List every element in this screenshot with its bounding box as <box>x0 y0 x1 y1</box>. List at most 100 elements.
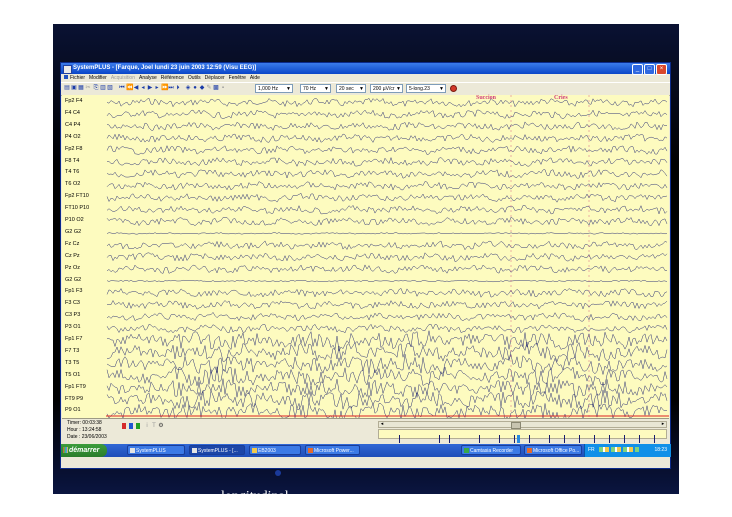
channel-label[interactable]: F3 C3 <box>65 300 80 307</box>
recording-timeline[interactable] <box>378 429 667 443</box>
cut-icon[interactable]: ✂ <box>85 85 91 92</box>
menu-outils[interactable]: Outils <box>188 75 201 81</box>
text-icon[interactable]: T <box>151 423 157 430</box>
language-indicator[interactable]: FR <box>588 447 595 453</box>
sampling-rate-select[interactable]: 1,000 Hz ▼ <box>255 84 293 93</box>
menu-analyse[interactable]: Analyse <box>139 75 157 81</box>
channel-label[interactable]: F7 T3 <box>65 348 79 355</box>
channel-label[interactable]: Fz Cz <box>65 241 79 248</box>
timeline-event-mark[interactable] <box>579 435 580 443</box>
channel-label[interactable]: P4 O2 <box>65 134 81 141</box>
task-systemplus-visu[interactable]: SystemPLUS - [... <box>189 445 245 455</box>
stop-icon[interactable] <box>450 85 457 92</box>
menu-reference[interactable]: Référence <box>161 75 184 81</box>
channel-label[interactable]: Fp1 F7 <box>65 336 82 343</box>
channel-label[interactable]: T6 O2 <box>65 181 80 188</box>
timeline-event-mark[interactable] <box>624 435 625 443</box>
task-powerpoint[interactable]: Microsoft Power... <box>305 445 360 455</box>
filter-icon[interactable]: ▪ <box>220 85 226 92</box>
speaker-icon[interactable]: ◈ <box>185 85 191 92</box>
blue-flag-icon[interactable] <box>129 423 133 429</box>
channel-label[interactable]: FT10 P10 <box>65 205 89 212</box>
channel-label[interactable]: Pz Oz <box>65 265 80 272</box>
timeline-position-cursor[interactable] <box>517 435 520 443</box>
sensitivity-select[interactable]: 200 µV/cr ▼ <box>370 84 403 93</box>
fast-back-icon[interactable]: ⏪ <box>126 85 133 92</box>
montage-select[interactable]: 5-long.23 ▼ <box>406 84 446 93</box>
task-office[interactable]: Microsoft Office Po... <box>524 445 582 455</box>
timeline-event-mark[interactable] <box>499 435 500 443</box>
save-icon[interactable]: ▣ <box>71 85 77 92</box>
channel-label[interactable]: FT9 P9 <box>65 396 83 403</box>
timeline-event-mark[interactable] <box>439 435 440 443</box>
scroll-thumb[interactable] <box>511 422 521 429</box>
timeline-event-mark[interactable] <box>399 435 400 443</box>
task-systemplus[interactable]: SystemPLUS <box>127 445 185 455</box>
paste-icon[interactable]: ▥ <box>100 85 106 92</box>
first-page-icon[interactable]: ⏮ <box>119 85 125 92</box>
montage-icon[interactable]: ▧ <box>107 85 113 92</box>
start-button[interactable]: démarrer <box>61 444 107 457</box>
channel-label[interactable]: Cz Pz <box>65 253 80 260</box>
channel-label[interactable]: G2 G2 <box>65 229 81 236</box>
channel-label[interactable]: P9 O1 <box>65 407 81 414</box>
channel-label[interactable]: T5 O1 <box>65 372 80 379</box>
channel-label[interactable]: T3 T5 <box>65 360 79 367</box>
timeline-event-mark[interactable] <box>549 435 550 443</box>
channel-label[interactable]: Fp2 F4 <box>65 98 82 105</box>
marker-icon[interactable]: ◆ <box>199 85 205 92</box>
camera-icon[interactable]: ● <box>192 85 198 92</box>
tools-icon[interactable]: ⚙ <box>158 423 164 430</box>
green-flag-icon[interactable] <box>136 423 140 429</box>
scroll-left-arrow[interactable]: ◂ <box>379 422 385 427</box>
timeline-event-mark[interactable] <box>449 435 450 443</box>
task-camtasia[interactable]: Camtasia Recorder <box>461 445 521 455</box>
eeg-traces[interactable] <box>106 95 669 418</box>
eeg-display[interactable]: Fp2 F4 F4 C4 C4 P4 P4 O2 Fp2 F8 F8 T4 T4 T6 T6 … <box>62 95 669 425</box>
timebase-select[interactable]: 20 sec ▼ <box>336 84 366 93</box>
play-icon[interactable]: ▶ <box>147 85 153 92</box>
menu-fenetre[interactable]: Fenêtre <box>229 75 246 81</box>
event-succion[interactable]: Succion <box>476 95 496 101</box>
channel-label[interactable]: Fp2 F8 <box>65 146 82 153</box>
timeline-event-mark[interactable] <box>529 435 530 443</box>
open-icon[interactable]: ▤ <box>64 85 70 92</box>
channel-label[interactable]: Fp1 FT9 <box>65 384 86 391</box>
menu-acquisition[interactable]: Acquisition <box>111 75 135 81</box>
channel-label[interactable]: G2 G2 <box>65 277 81 284</box>
print-icon[interactable]: ▦ <box>78 85 84 92</box>
step-back-icon[interactable]: ◂ <box>140 85 146 92</box>
menu-fichier[interactable]: Fichier <box>70 75 85 81</box>
timeline-event-mark[interactable] <box>594 435 595 443</box>
next-event-icon[interactable]: ⏵ <box>175 85 181 92</box>
channel-label[interactable]: F8 T4 <box>65 158 79 165</box>
pen-icon[interactable]: ✎ <box>206 85 212 92</box>
channel-label[interactable]: P3 O1 <box>65 324 81 331</box>
back-icon[interactable]: ◀ <box>133 85 139 92</box>
channel-label[interactable]: Fp2 FT10 <box>65 193 89 200</box>
timeline-event-mark[interactable] <box>564 435 565 443</box>
timeline-event-mark[interactable] <box>654 435 655 443</box>
high-filter-select[interactable]: 70 Hz ▼ <box>300 84 331 93</box>
scroll-right-arrow[interactable]: ▸ <box>660 422 666 427</box>
red-flag-icon[interactable] <box>122 423 126 429</box>
menu-aide[interactable]: Aide <box>250 75 260 81</box>
menu-modifier[interactable]: Modifier <box>89 75 107 81</box>
event-cries[interactable]: Cries <box>554 95 568 101</box>
channel-label[interactable]: Fp1 F3 <box>65 288 82 295</box>
horizontal-scrollbar[interactable]: ◂ ▸ <box>378 421 667 429</box>
timeline-event-mark[interactable] <box>639 435 640 443</box>
channel-label[interactable]: C4 P4 <box>65 122 80 129</box>
channel-label[interactable]: C3 P3 <box>65 312 80 319</box>
channel-label[interactable]: P10 O2 <box>65 217 84 224</box>
copy-icon[interactable]: ⎘ <box>93 85 99 92</box>
timeline-event-mark[interactable] <box>479 435 480 443</box>
timeline-event-mark[interactable] <box>514 435 515 443</box>
task-eb2003[interactable]: EB2003 <box>249 445 301 455</box>
menu-deplacer[interactable]: Déplacer <box>205 75 225 81</box>
channel-label[interactable]: T4 T6 <box>65 169 79 176</box>
last-page-icon[interactable]: ⏭ <box>168 85 174 92</box>
forward-icon[interactable]: ▸ <box>154 85 160 92</box>
timeline-event-mark[interactable] <box>609 435 610 443</box>
grid-icon[interactable]: ▩ <box>213 85 219 92</box>
